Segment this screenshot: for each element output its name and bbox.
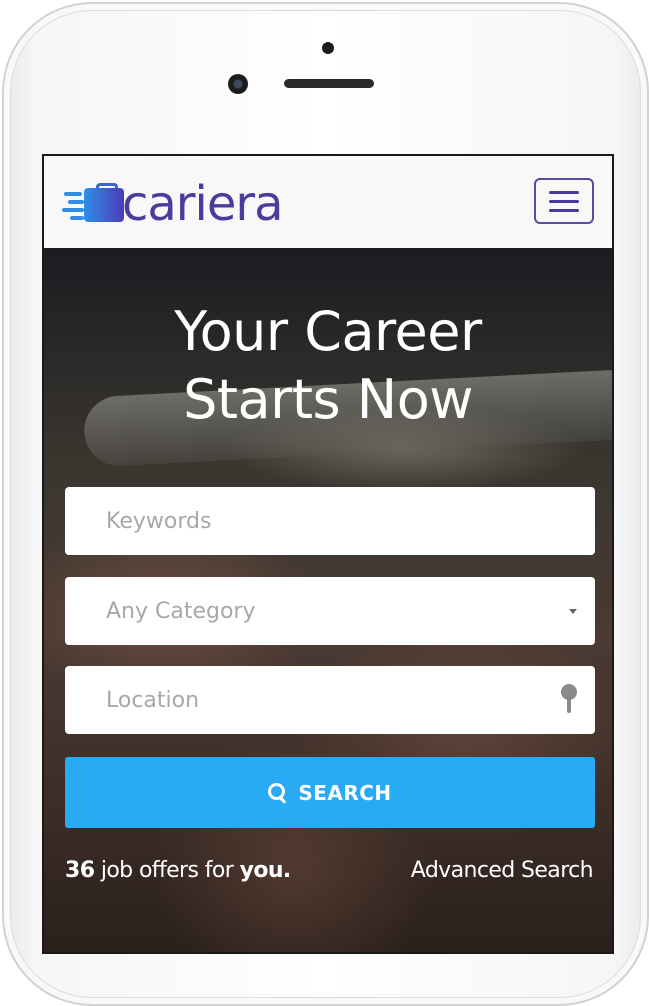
map-pin-icon[interactable]: [561, 684, 577, 716]
caret-down-icon: [569, 609, 577, 614]
phone-screen: cariera Your Career Starts Now Any Categ…: [42, 154, 614, 954]
category-selected-value: Any Category: [106, 598, 256, 624]
advanced-search-link[interactable]: Advanced Search: [411, 858, 594, 883]
briefcase-speed-icon: [62, 180, 124, 228]
phone-frame: cariera Your Career Starts Now Any Categ…: [2, 2, 649, 1006]
brand-logo[interactable]: cariera: [62, 176, 284, 232]
location-field[interactable]: [65, 666, 595, 734]
proximity-sensor: [322, 42, 334, 54]
offers-text: job offers for: [94, 858, 240, 883]
search-icon: [268, 782, 288, 804]
hamburger-menu-button[interactable]: [534, 178, 594, 224]
earpiece-speaker: [284, 79, 374, 88]
you-text: you.: [239, 858, 292, 883]
brand-name: cariera: [122, 176, 284, 232]
hero-title-line-1: Your Career: [174, 300, 482, 363]
hero-title-line-2: Starts Now: [183, 368, 473, 431]
search-button-label: SEARCH: [298, 780, 392, 805]
search-button[interactable]: SEARCH: [65, 757, 595, 828]
front-camera: [228, 74, 248, 94]
hamburger-menu-icon: [549, 190, 579, 194]
hero-section: Your Career Starts Now Any Category: [44, 248, 612, 952]
job-count: 36: [65, 858, 95, 883]
navbar: cariera: [44, 156, 612, 248]
keywords-field[interactable]: [65, 487, 595, 555]
location-input[interactable]: [106, 687, 546, 713]
keywords-input[interactable]: [106, 508, 546, 534]
job-offers-count-text: 36 job offers for you.: [65, 858, 291, 883]
hero-title: Your Career Starts Now: [44, 298, 612, 434]
category-select[interactable]: Any Category: [65, 577, 595, 645]
